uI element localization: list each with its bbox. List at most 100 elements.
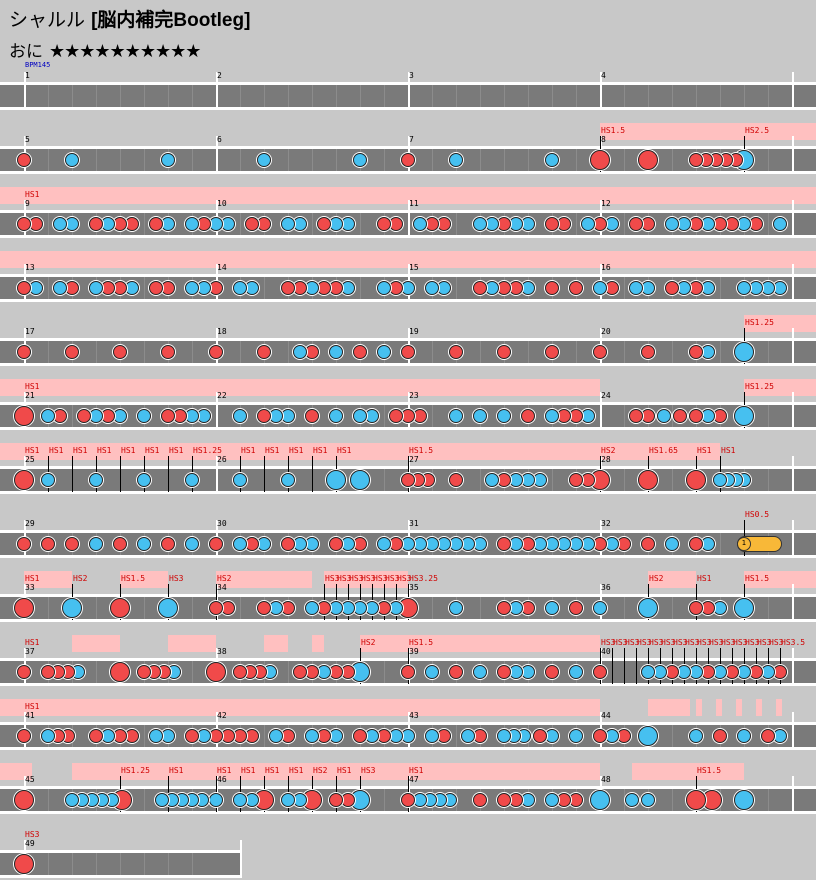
chart-row: 17 18 19 20 HS1.25 [0,314,816,366]
beat-line [456,213,457,235]
don-note [329,537,343,551]
beat-line [192,597,193,619]
don-note-big [686,790,706,810]
ka-note [305,281,319,295]
scroll-speed-label: HS1 [721,446,736,455]
scroll-speed-label: HS1 [73,446,88,455]
measure-number: 2 [217,71,222,80]
bar-line [792,712,794,750]
don-note [593,345,607,359]
don-note [125,217,139,231]
ka-note [53,217,67,231]
ka-note-big [62,598,82,618]
ka-note [521,665,535,679]
ka-note [401,537,415,551]
ka-note [485,281,499,295]
don-note [113,345,127,359]
beat-line [624,469,625,491]
scroll-speed-label: HS1 [25,702,40,711]
beat-line [96,597,97,619]
don-note [629,217,643,231]
ka-note [197,729,211,743]
don-note [41,537,55,551]
ka-note [101,729,115,743]
bar-line [240,840,242,878]
don-note [17,217,31,231]
don-note [673,409,687,423]
scroll-speed-band [0,699,600,716]
beat-line [360,85,361,107]
don-note [329,793,343,807]
scroll-speed-label: HS1 [169,766,184,775]
ka-note [737,281,751,295]
don-note [473,793,487,807]
beat-line [48,341,49,363]
beat-line [192,661,193,683]
scroll-speed-label: HS3.5 [781,638,806,647]
don-note [113,729,127,743]
ka-note [353,409,367,423]
ka-note [737,217,751,231]
beat-line [720,341,721,363]
don-note-big [14,790,34,810]
don-note [689,345,703,359]
scroll-speed-label: HS1 [217,766,232,775]
chart-row: 13 14 15 16 [0,250,816,302]
beat-line [432,85,433,107]
don-note [317,281,331,295]
beat-line [120,149,121,171]
beat-line [384,469,385,491]
ka-note [113,409,127,423]
scroll-speed-marker [624,648,625,684]
ka-note [41,409,55,423]
don-note [161,409,175,423]
don-note [497,793,511,807]
don-note [569,601,583,615]
ka-note [605,729,619,743]
don-note [557,793,571,807]
don-note [221,601,235,615]
don-note [377,217,391,231]
don-note [533,729,547,743]
ka-note [641,793,655,807]
don-note [545,281,559,295]
ka-note [293,217,307,231]
beat-line [768,341,769,363]
beat-line [768,149,769,171]
ka-note [89,409,103,423]
don-note [197,217,211,231]
don-note [497,665,511,679]
ka-note [773,217,787,231]
measure-number: 22 [217,391,227,400]
ka-note [485,473,499,487]
scroll-speed-band [696,699,702,716]
ka-note [713,601,727,615]
don-note [257,217,271,231]
don-note [521,537,535,551]
don-note [113,537,127,551]
ka-note [657,409,671,423]
scroll-speed-label: HS1 [289,766,304,775]
beat-line [144,853,145,875]
measure-number: 16 [601,263,611,272]
ka-note-big [158,598,178,618]
don-note-big [14,854,34,874]
ka-note [413,793,427,807]
don-note [773,665,787,679]
don-note [437,729,451,743]
ka-note [425,729,439,743]
ka-note [377,537,391,551]
beat-line [192,85,193,107]
ka-note [545,793,559,807]
don-note-big [110,598,130,618]
don-note [281,281,295,295]
don-note [89,217,103,231]
bar-line [792,584,794,622]
beat-line [672,469,673,491]
don-note [245,729,259,743]
don-note [497,217,511,231]
ka-note [641,281,655,295]
measure-number: 47 [409,775,419,784]
don-note [497,601,511,615]
scroll-speed-label: HS1 [337,766,352,775]
